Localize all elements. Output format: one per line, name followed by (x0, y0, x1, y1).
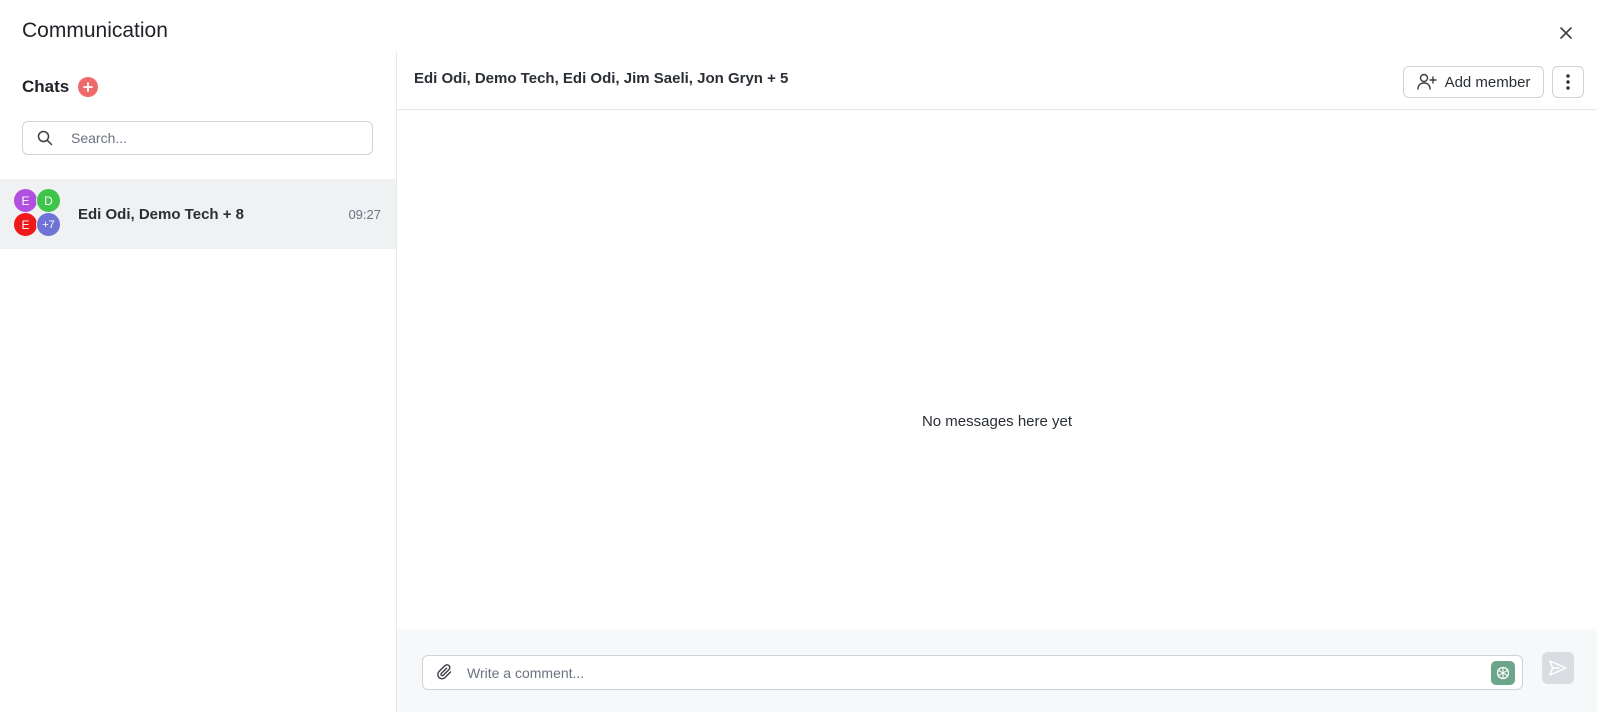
search-box[interactable] (22, 121, 373, 155)
send-icon (1549, 660, 1567, 676)
empty-state-text: No messages here yet (921, 413, 1073, 430)
app-header: Communication (0, 0, 1597, 52)
paperclip-icon (437, 664, 452, 680)
send-button[interactable] (1542, 652, 1574, 684)
chat-list-item[interactable]: E D E +7 Edi Odi, Demo Tech + 8 09:27 (0, 179, 396, 249)
add-member-button[interactable]: Add member (1403, 66, 1544, 98)
conversation-header: Edi Odi, Demo Tech, Edi Odi, Jim Saeli, … (397, 52, 1597, 110)
chats-title: Chats (22, 77, 70, 96)
plus-icon (83, 82, 94, 92)
avatar-overflow-count: +7 (36, 212, 61, 237)
conversation-panel: Edi Odi, Demo Tech, Edi Odi, Jim Saeli, … (397, 52, 1597, 712)
comment-input[interactable] (467, 664, 1491, 681)
ai-icon (1496, 666, 1510, 679)
chats-header: Chats (22, 77, 99, 97)
more-vertical-icon (1566, 74, 1570, 90)
messages-area: No messages here yet (397, 111, 1597, 632)
avatar: E (13, 188, 38, 213)
chat-time: 09:27 (348, 207, 381, 222)
add-chat-button[interactable] (78, 77, 99, 97)
comment-composer[interactable] (422, 655, 1523, 690)
app-title: Communication (22, 19, 168, 42)
chat-name: Edi Odi, Demo Tech + 8 (78, 206, 245, 223)
add-user-icon (1416, 73, 1437, 90)
close-icon (1560, 27, 1572, 39)
conversation-title: Edi Odi, Demo Tech, Edi Odi, Jim Saeli, … (414, 70, 789, 87)
close-button[interactable] (1555, 22, 1577, 44)
search-icon (37, 129, 55, 147)
chat-sidebar: Chats E D E +7 Edi Odi, Demo Tech + 8 09… (0, 52, 397, 712)
ai-assistant-button[interactable] (1491, 660, 1515, 685)
add-member-label: Add member (1444, 73, 1531, 91)
avatar: D (36, 188, 61, 213)
composer-area (397, 629, 1597, 712)
attach-button[interactable] (437, 664, 455, 682)
search-input[interactable] (71, 130, 351, 146)
more-options-button[interactable] (1552, 66, 1584, 98)
avatar: E (13, 212, 38, 237)
